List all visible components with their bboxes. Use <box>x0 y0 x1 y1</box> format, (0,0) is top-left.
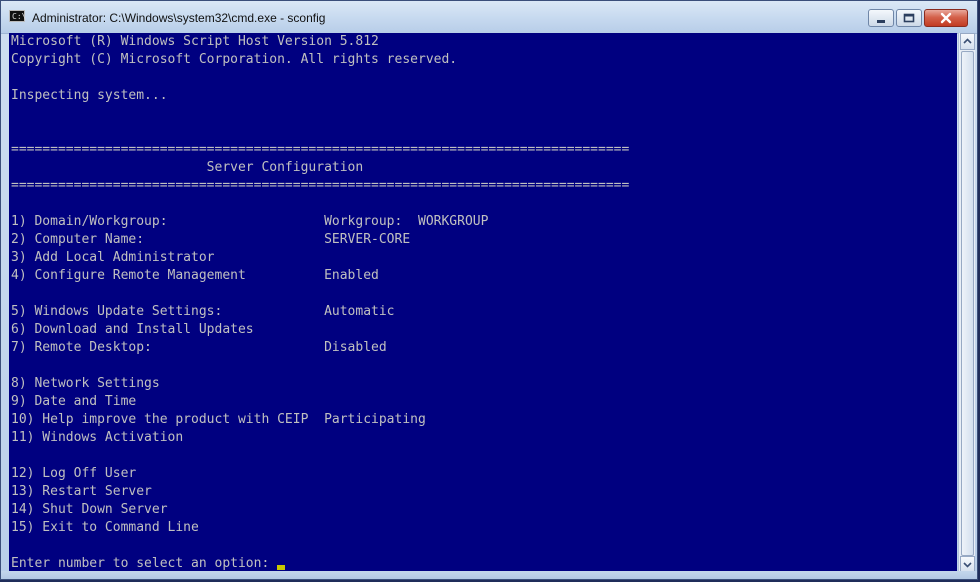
text-cursor <box>277 565 286 570</box>
console-line: 10) Help improve the product with CEIP P… <box>11 412 426 427</box>
console-line: 7) Remote Desktop: Disabled <box>11 340 387 355</box>
maximize-icon <box>903 13 915 23</box>
console-line: 6) Download and Install Updates <box>11 322 254 337</box>
console-text: Microsoft (R) Windows Script Host Versio… <box>9 33 957 573</box>
close-icon <box>940 12 952 24</box>
console-line: 11) Windows Activation <box>11 430 184 445</box>
window-title: Administrator: C:\Windows\system32\cmd.e… <box>32 11 326 25</box>
minimize-button[interactable] <box>868 9 894 27</box>
minimize-icon <box>877 20 885 23</box>
console-line: 15) Exit to Command Line <box>11 520 199 535</box>
console-line: ========================================… <box>11 142 630 157</box>
console-line: 14) Shut Down Server <box>11 502 168 517</box>
window-frame-bottom <box>1 571 977 579</box>
console-line: Inspecting system... <box>11 88 168 103</box>
console-line: 4) Configure Remote Management Enabled <box>11 268 379 283</box>
title-bar[interactable]: C:\ Administrator: C:\Windows\system32\c… <box>1 1 977 34</box>
console-line: Microsoft (R) Windows Script Host Versio… <box>11 34 379 49</box>
console-line: Copyright (C) Microsoft Corporation. All… <box>11 52 458 67</box>
console-line: 1) Domain/Workgroup: Workgroup: WORKGROU… <box>11 214 489 229</box>
console-line: ========================================… <box>11 178 630 193</box>
console-window: C:\ Administrator: C:\Windows\system32\c… <box>0 0 978 580</box>
console-line: 13) Restart Server <box>11 484 152 499</box>
close-button[interactable] <box>924 9 968 27</box>
caption-buttons <box>866 9 968 27</box>
console-line: 12) Log Off User <box>11 466 137 481</box>
maximize-button[interactable] <box>896 9 922 27</box>
console-line: 3) Add Local Administrator <box>11 250 215 265</box>
app-icon-text: C:\ <box>12 12 27 21</box>
scrollbar-thumb[interactable] <box>961 51 974 556</box>
console-line: 5) Windows Update Settings: Automatic <box>11 304 395 319</box>
console-line: 2) Computer Name: SERVER-CORE <box>11 232 411 247</box>
console-line: 8) Network Settings <box>11 376 160 391</box>
vertical-scrollbar[interactable] <box>958 33 975 573</box>
chevron-down-icon <box>963 562 972 568</box>
scroll-up-button[interactable] <box>960 33 975 50</box>
console-line: Server Configuration <box>11 160 364 175</box>
console-prompt: Enter number to select an option: <box>11 556 278 571</box>
console-line: 9) Date and Time <box>11 394 137 409</box>
chevron-up-icon <box>963 38 972 44</box>
console-output[interactable]: Microsoft (R) Windows Script Host Versio… <box>9 33 957 573</box>
cmd-console-icon[interactable]: C:\ <box>9 10 27 22</box>
